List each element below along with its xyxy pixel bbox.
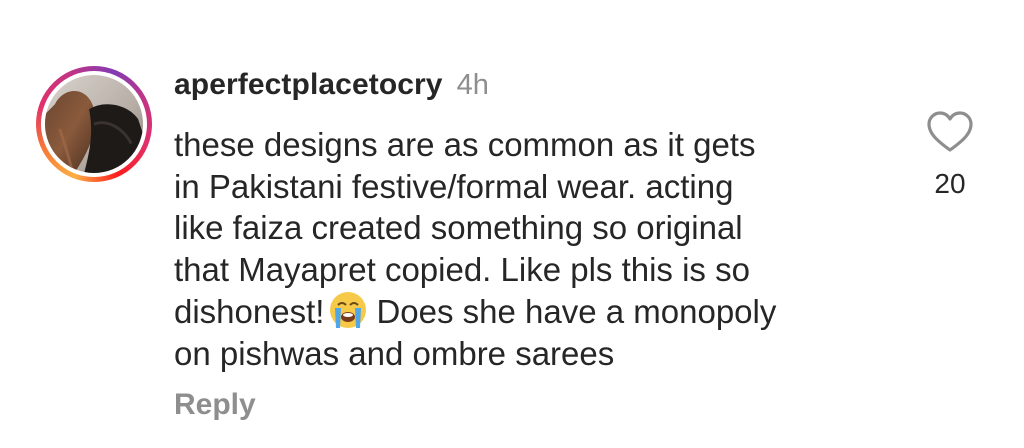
comment-line: in Pakistani festive/formal wear. acting xyxy=(174,167,734,205)
avatar-ring-gap xyxy=(41,71,147,177)
comment-line: that Mayapret copied. Like pls this is s… xyxy=(174,250,750,288)
comment-line-with-emoji: dishonest! Does she have a monopoly xyxy=(174,290,894,333)
avatar[interactable] xyxy=(45,75,143,173)
like-count: 20 xyxy=(934,168,966,199)
comment-line: on pishwas and ombre sarees xyxy=(174,334,615,372)
comment-header: aperfectplacetocry 4h xyxy=(174,68,894,112)
comment-line: these designs are as common as it gets xyxy=(174,126,756,163)
comment-line: like faiza created something so original xyxy=(174,209,743,246)
heart-outline-icon[interactable] xyxy=(926,110,974,154)
avatar-story-ring[interactable] xyxy=(36,66,152,182)
like-section: 20 xyxy=(920,110,980,200)
comment-line-part: dishonest! xyxy=(174,293,325,330)
comment-timestamp: 4h xyxy=(456,69,489,101)
comment-item: aperfectplacetocry 4h these designs are … xyxy=(0,0,1024,448)
comment-body: aperfectplacetocry 4h these designs are … xyxy=(174,68,894,374)
reply-button[interactable]: Reply xyxy=(174,388,256,422)
comment-line-part: Does she have a monopoly xyxy=(376,293,777,330)
username-link[interactable]: aperfectplacetocry xyxy=(174,68,443,102)
comment-text: these designs are as common as it gets i… xyxy=(174,124,894,374)
loudly-crying-face-icon xyxy=(330,292,367,328)
